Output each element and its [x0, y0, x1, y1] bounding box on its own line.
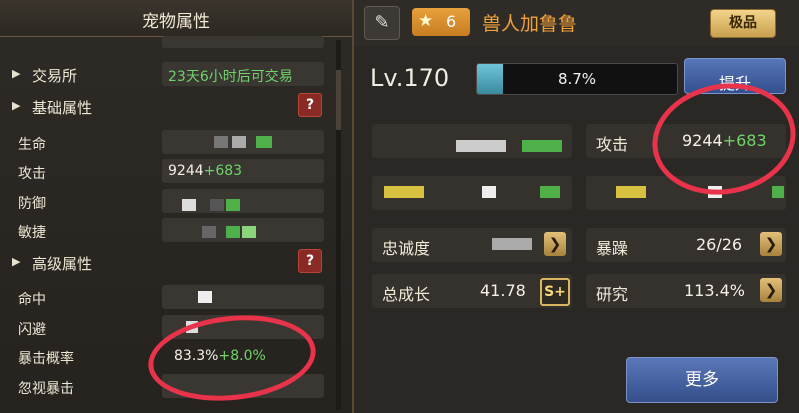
agility-label: 敏捷	[18, 225, 46, 241]
research-arrow-button[interactable]: ❯	[760, 278, 782, 302]
pet-attributes-panel: 宠物属性 ▶ 交易所 23天6小时后可交易 ▶ 基础属性 ? 生命 攻击 924…	[0, 0, 354, 413]
attack-stat-label: 攻击	[596, 135, 629, 154]
expand-triangle-icon[interactable]: ▶	[12, 67, 20, 80]
exp-bar: 8.7%	[476, 63, 678, 95]
agility-value-box	[162, 218, 324, 242]
help-button[interactable]: ?	[298, 93, 322, 117]
research-stat-cell: 研究 113.4% ❯	[586, 274, 786, 308]
growth-grade-badge[interactable]: S+	[540, 278, 570, 306]
dodge-label: 闪避	[18, 322, 46, 338]
partial-value-box	[162, 36, 324, 48]
blurred-pixel	[482, 186, 496, 198]
blurred-pixel	[456, 140, 506, 152]
hit-row: 命中	[10, 283, 340, 311]
hp-row: 生命	[10, 128, 340, 156]
blurred-pixel	[384, 186, 424, 198]
irritable-label: 暴躁	[596, 239, 629, 258]
star-count: 6	[446, 12, 457, 31]
star-icon: ★	[418, 11, 434, 31]
rank-badge: 极品	[710, 9, 776, 38]
defense-value-box	[162, 189, 324, 213]
blurred-pixel	[210, 199, 224, 211]
loyalty-arrow-button[interactable]: ❯	[544, 232, 566, 256]
advanced-attributes-label: 高级属性	[32, 255, 93, 273]
exp-percent: 8.7%	[557, 70, 597, 88]
growth-stat-cell: 总成长 41.78 S+	[372, 274, 572, 308]
blurred-pixel	[226, 199, 240, 211]
blurred-pixel	[226, 226, 240, 238]
ignore-crit-label: 忽视暴击	[18, 381, 74, 397]
growth-label: 总成长	[382, 285, 431, 304]
advanced-attributes-header[interactable]: ▶ 高级属性 ?	[10, 248, 340, 276]
crit-rate-label: 暴击概率	[18, 351, 74, 367]
blurred-pixel	[198, 291, 212, 303]
star-badge: ★ 6	[412, 8, 470, 36]
basic-attributes-header[interactable]: ▶ 基础属性 ?	[10, 92, 340, 120]
exchange-row[interactable]: ▶ 交易所 23天6小时后可交易	[10, 60, 340, 88]
hit-value-box	[162, 285, 324, 309]
attack-bonus: +683	[203, 163, 243, 179]
expand-triangle-icon[interactable]: ▶	[12, 99, 20, 112]
exchange-label: 交易所	[32, 67, 78, 85]
blurred-stat-cell	[372, 124, 572, 158]
panel-title: 宠物属性	[142, 12, 210, 32]
blurred-stat-cell	[372, 176, 572, 210]
scrollbar-thumb[interactable]	[336, 70, 341, 130]
attack-row: 攻击 9244+683	[10, 157, 340, 185]
blurred-pixel	[242, 226, 256, 238]
blurred-pixel	[232, 136, 246, 148]
pet-detail-panel: ✎ ★ 6 兽人加鲁鲁 极品 Lv.170 8.7% 提升 攻击 9244+68…	[354, 0, 799, 413]
blurred-pixel	[540, 186, 560, 198]
hp-value-box	[162, 130, 324, 154]
attack-value-box: 9244+683	[162, 159, 324, 183]
irritable-arrow-button[interactable]: ❯	[760, 232, 782, 256]
research-value: 113.4%	[684, 281, 746, 300]
growth-value: 41.78	[480, 281, 526, 300]
blurred-pixel	[202, 226, 216, 238]
agility-row: 敏捷	[10, 216, 340, 244]
hp-label: 生命	[18, 137, 46, 153]
more-button[interactable]: 更多	[626, 357, 778, 403]
attack-label: 攻击	[18, 166, 46, 182]
defense-label: 防御	[18, 196, 46, 212]
blurred-pixel	[182, 199, 196, 211]
loyalty-label: 忠诚度	[382, 239, 431, 258]
attack-value: 9244+683	[168, 163, 242, 179]
blurred-pixel	[616, 186, 646, 198]
irritable-value: 26/26	[696, 235, 743, 254]
exchange-value-box: 23天6小时后可交易	[162, 62, 324, 86]
pencil-icon[interactable]: ✎	[364, 6, 400, 40]
exchange-value: 23天6小时后可交易	[168, 69, 293, 85]
help-button[interactable]: ?	[298, 249, 322, 273]
blurred-pixel	[492, 238, 532, 250]
blurred-pixel	[256, 136, 272, 148]
blurred-pixel	[214, 136, 228, 148]
expand-triangle-icon[interactable]: ▶	[12, 255, 20, 268]
level-label: Lv.170	[370, 64, 450, 92]
attack-base: 9244	[168, 163, 204, 179]
basic-attributes-label: 基础属性	[32, 99, 93, 117]
panel-header: 宠物属性	[0, 0, 352, 37]
research-label: 研究	[596, 285, 629, 304]
defense-row: 防御	[10, 187, 340, 215]
hit-label: 命中	[18, 292, 46, 308]
blurred-pixel	[522, 140, 562, 152]
pet-header-bar: ✎ ★ 6 兽人加鲁鲁 极品	[354, 0, 799, 46]
scrollbar[interactable]	[336, 40, 341, 410]
loyalty-stat-cell: 忠诚度 ❯	[372, 228, 572, 262]
irritable-stat-cell: 暴躁 26/26 ❯	[586, 228, 786, 262]
blurred-pixel	[772, 186, 784, 198]
pet-name: 兽人加鲁鲁	[482, 13, 578, 35]
